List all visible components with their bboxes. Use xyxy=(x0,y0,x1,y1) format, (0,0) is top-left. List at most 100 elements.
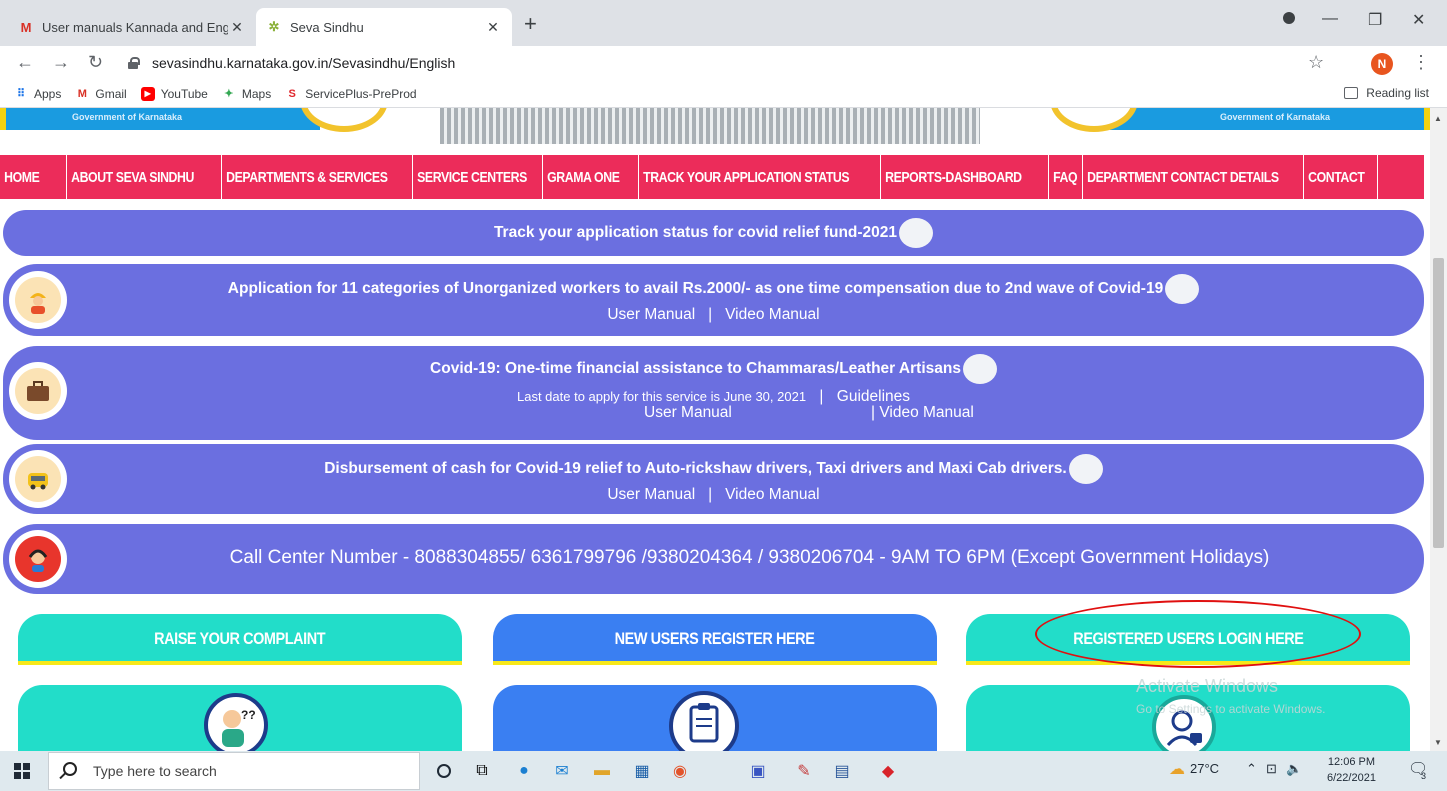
task-view-icon[interactable]: ⧉ xyxy=(470,759,494,783)
header-banner: Government of Karnataka Government of Ka… xyxy=(0,108,1430,148)
profile-avatar[interactable]: N xyxy=(1371,53,1393,75)
close-tab-icon[interactable]: ✕ xyxy=(484,19,502,36)
video-manual-link[interactable]: Video Manual xyxy=(725,486,820,503)
main-menu: HOME ABOUT SEVA SINDHU DEPARTMENTS & SER… xyxy=(0,155,1424,199)
store-icon[interactable]: ▦ xyxy=(630,759,654,783)
scroll-up-icon[interactable]: ▲ xyxy=(1434,114,1442,123)
page-scrollbar[interactable]: ▲ ▼ xyxy=(1430,108,1447,751)
menu-grama-one[interactable]: GRAMA ONE xyxy=(543,155,639,199)
gmail-icon: M xyxy=(20,19,32,35)
auto-title[interactable]: Disbursement of cash for Covid-19 relief… xyxy=(324,460,1067,477)
tab-title: Seva Sindhu xyxy=(290,19,364,35)
volume-icon[interactable]: 🔈 xyxy=(1286,761,1302,777)
new-tab-button[interactable]: + xyxy=(524,13,537,35)
back-icon[interactable]: ← xyxy=(16,52,34,72)
menu-kebab-icon[interactable]: ⋮ xyxy=(1412,52,1430,73)
word-icon[interactable]: ▤ xyxy=(830,759,854,783)
chrome-icon[interactable]: ◉ xyxy=(668,759,692,783)
covid-track-link[interactable]: Track your application status for covid … xyxy=(494,224,897,241)
anydesk-icon[interactable]: ◆ xyxy=(876,759,900,783)
user-manual-link[interactable]: User Manual xyxy=(607,486,695,503)
call-center-text: Call Center Number - 8088304855/ 6361799… xyxy=(229,547,1270,568)
maps-icon: ✦ xyxy=(224,88,234,100)
banner-left-text: Government of Karnataka xyxy=(72,112,183,122)
close-tab-icon[interactable]: ✕ xyxy=(228,19,246,36)
video-manual-link[interactable]: Video Manual xyxy=(725,306,820,323)
bookmark-youtube[interactable]: ▶ YouTube xyxy=(140,86,208,101)
user-manual-link[interactable]: User Manual xyxy=(644,404,732,422)
call-center-icon xyxy=(9,530,67,588)
menu-contact[interactable]: CONTACT xyxy=(1304,155,1378,199)
file-explorer-icon[interactable]: ▬ xyxy=(590,759,614,783)
menu-label: CONTACT xyxy=(1308,168,1365,186)
bookmark-star-icon[interactable]: ☆ xyxy=(1308,52,1324,73)
video-manual-link[interactable]: | Video Manual xyxy=(871,404,974,422)
restore-icon[interactable]: ❐ xyxy=(1368,10,1382,30)
new-badge-icon xyxy=(1068,454,1103,484)
network-icon[interactable]: ⊡ xyxy=(1266,761,1277,777)
menu-dept-contact[interactable]: DEPARTMENT CONTACT DETAILS xyxy=(1083,155,1304,199)
register-card-body[interactable] xyxy=(493,685,937,751)
new-badge-icon xyxy=(962,354,997,384)
notifications-count: 3 xyxy=(1421,771,1427,781)
reload-icon[interactable]: ↻ xyxy=(88,52,103,72)
covid-track-banner[interactable]: Track your application status for covid … xyxy=(3,210,1424,256)
activate-windows-sub: Go to Settings to activate Windows. xyxy=(1136,702,1326,716)
reading-list[interactable]: Reading list xyxy=(1344,86,1429,100)
chammaras-title-row[interactable]: Covid-19: One-time financial assistance … xyxy=(3,354,1424,384)
guidelines-link[interactable]: Guidelines xyxy=(837,388,910,405)
cortana-icon[interactable] xyxy=(432,759,456,783)
search-placeholder: Type here to search xyxy=(93,763,217,779)
bookmark-maps[interactable]: ✦ Maps xyxy=(222,87,271,101)
menu-service-centers[interactable]: SERVICE CENTERS xyxy=(413,155,543,199)
weather-temp[interactable]: 27°C xyxy=(1190,761,1219,776)
tray-chevron-icon[interactable]: ⌃ xyxy=(1246,761,1257,777)
unorganized-title[interactable]: Application for 11 categories of Unorgan… xyxy=(228,280,1163,297)
bookmark-label: Gmail xyxy=(95,86,127,101)
menu-about[interactable]: ABOUT SEVA SINDHU xyxy=(67,155,222,199)
windows-start-icon[interactable] xyxy=(14,763,30,779)
address-bar[interactable]: sevasindhu.karnataka.gov.in/Sevasindhu/E… xyxy=(128,50,1294,76)
card-label: NEW USERS REGISTER HERE xyxy=(615,629,815,648)
user-manual-link[interactable]: User Manual xyxy=(607,306,695,323)
scroll-down-icon[interactable]: ▼ xyxy=(1434,738,1442,747)
menu-faq[interactable]: FAQ xyxy=(1049,155,1083,199)
taskbar-search[interactable]: Type here to search xyxy=(48,752,420,790)
mail-icon[interactable]: ✉ xyxy=(550,759,574,783)
weather-icon[interactable]: ☁ xyxy=(1169,759,1185,779)
card-underline xyxy=(18,661,462,665)
bookmark-label: Apps xyxy=(34,86,62,101)
reading-list-icon xyxy=(1344,87,1359,99)
unorganized-workers-notice: Application for 11 categories of Unorgan… xyxy=(3,264,1424,336)
raise-complaint-button[interactable]: RAISE YOUR COMPLAINT xyxy=(18,614,462,664)
new-users-register-button[interactable]: NEW USERS REGISTER HERE xyxy=(493,614,937,664)
paint-icon[interactable]: ✎ xyxy=(792,759,816,783)
edge-icon[interactable]: ● xyxy=(512,759,536,783)
chammaras-title[interactable]: Covid-19: One-time financial assistance … xyxy=(430,360,961,377)
unorganized-title-row[interactable]: Application for 11 categories of Unorgan… xyxy=(3,274,1424,304)
taskbar-clock[interactable]: 12:06 PM 6/22/2021 xyxy=(1327,754,1376,786)
youtube-icon: ▶ xyxy=(140,86,155,101)
bookmark-gmail[interactable]: M Gmail xyxy=(75,86,127,101)
forward-icon[interactable]: → xyxy=(52,52,70,72)
scroll-thumb[interactable] xyxy=(1433,258,1444,548)
menu-home[interactable]: HOME xyxy=(0,155,67,199)
menu-reports[interactable]: REPORTS-DASHBOARD xyxy=(881,155,1049,199)
menu-track-status[interactable]: TRACK YOUR APPLICATION STATUS xyxy=(639,155,881,199)
auto-title-row[interactable]: Disbursement of cash for Covid-19 relief… xyxy=(3,454,1424,484)
tab-seva-sindhu[interactable]: ✲ Seva Sindhu ✕ xyxy=(256,8,512,46)
menu-departments[interactable]: DEPARTMENTS & SERVICES xyxy=(222,155,413,199)
bookmark-apps[interactable]: ⠿ Apps xyxy=(14,87,61,101)
menu-label: DEPARTMENTS & SERVICES xyxy=(226,168,388,186)
menu-label: DEPARTMENT CONTACT DETAILS xyxy=(1087,168,1279,186)
apps-grid-icon: ⠿ xyxy=(16,88,26,100)
minimize-icon[interactable]: — xyxy=(1322,10,1338,28)
app-w-icon[interactable]: ▣ xyxy=(746,759,770,783)
profile-dot-icon[interactable] xyxy=(1283,12,1295,24)
clock-time: 12:06 PM xyxy=(1327,756,1376,768)
close-window-icon[interactable]: ✕ xyxy=(1412,10,1425,30)
clipboard-icon xyxy=(669,691,739,751)
complaint-card-body[interactable]: ?? xyxy=(18,685,462,751)
tab-user-manuals[interactable]: M User manuals Kannada and Engli ✕ xyxy=(8,8,256,46)
bookmark-serviceplus[interactable]: S ServicePlus-PreProd xyxy=(285,87,417,101)
